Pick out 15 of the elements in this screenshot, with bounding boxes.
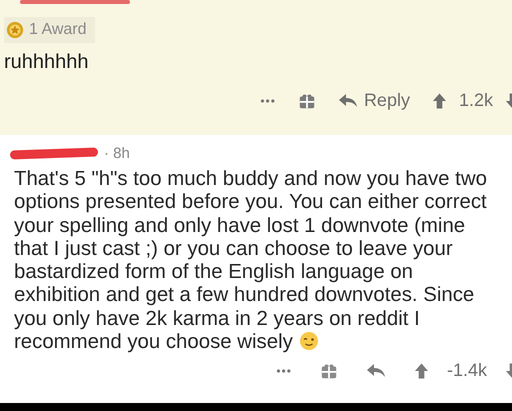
reply-arrow-icon[interactable] — [366, 362, 386, 379]
reply-arrow-icon — [338, 92, 358, 108]
more-options-button[interactable]: ••• — [276, 364, 292, 378]
award-count: 1 Award — [29, 21, 87, 39]
upvote-icon[interactable] — [432, 92, 447, 110]
vote-score: -1.4k — [446, 360, 487, 382]
comment-text: That's 5 "h"s too much buddy and now you have two options presented before you. You can either correct your spelling and only have lost 1 downvote (mine that I just cast ;) or you can choose to leave your bastardized form of the English language on exhibition and get a few hundred downvotes. Since you only have 2k karma in 2 years on reddit I recommend you choose wisely — [14, 168, 488, 354]
award-icon — [6, 21, 24, 39]
comment-text: ruhhhhhh — [4, 51, 90, 74]
comment-time: · 8h — [104, 145, 130, 162]
reply-button[interactable]: Reply — [338, 90, 410, 111]
vote-score: 1.2k — [458, 90, 493, 111]
more-options-button[interactable]: ••• — [260, 94, 276, 108]
upvote-icon[interactable] — [414, 362, 429, 380]
winking-emoji-icon — [298, 331, 319, 352]
